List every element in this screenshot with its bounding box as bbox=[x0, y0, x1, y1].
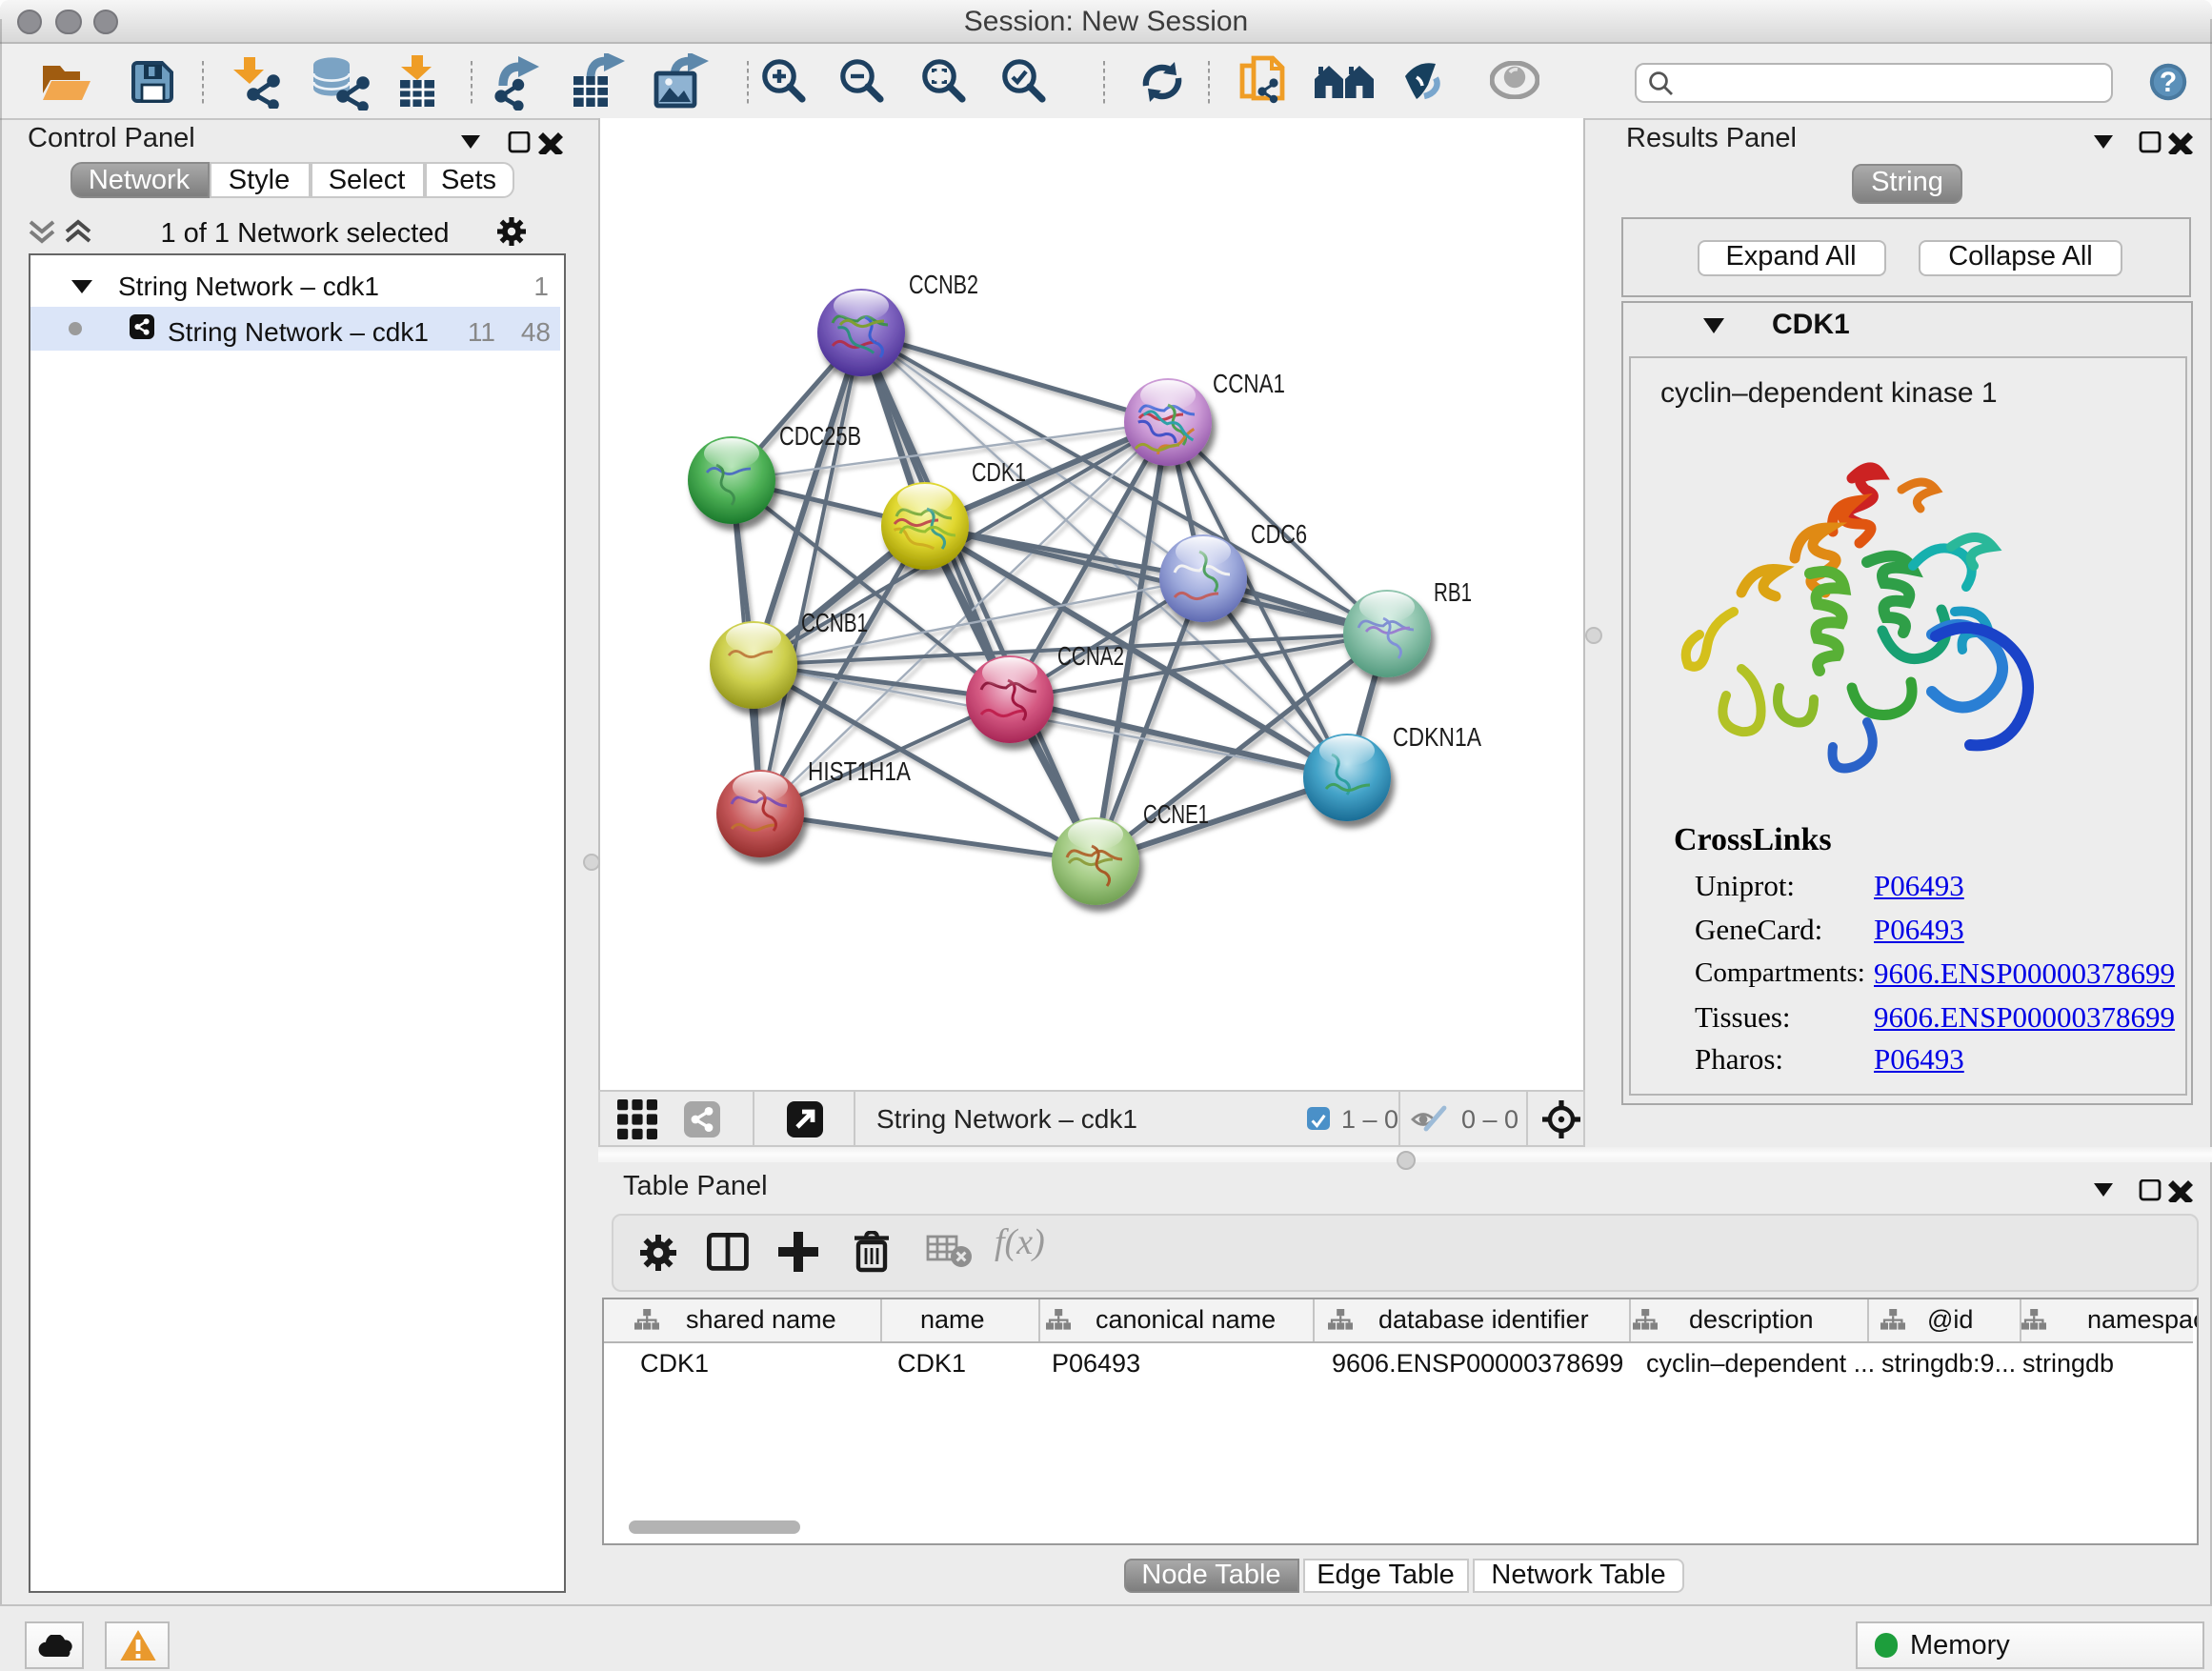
svg-text:CDC25B: CDC25B bbox=[779, 421, 861, 451]
svg-text:HIST1H1A: HIST1H1A bbox=[808, 756, 911, 786]
svg-text:CDKN1A: CDKN1A bbox=[1393, 722, 1481, 752]
svg-text:CCNB2: CCNB2 bbox=[909, 270, 978, 299]
svg-text:CDC6: CDC6 bbox=[1251, 519, 1307, 549]
svg-text:RB1: RB1 bbox=[1434, 577, 1472, 607]
svg-text:CCNA1: CCNA1 bbox=[1213, 369, 1285, 398]
svg-text:CDK1: CDK1 bbox=[972, 457, 1026, 487]
svg-text:CCNA2: CCNA2 bbox=[1057, 641, 1124, 671]
svg-text:?: ? bbox=[2160, 66, 2177, 97]
svg-text:CCNE1: CCNE1 bbox=[1143, 799, 1209, 829]
svg-text:CCNB1: CCNB1 bbox=[801, 608, 868, 637]
